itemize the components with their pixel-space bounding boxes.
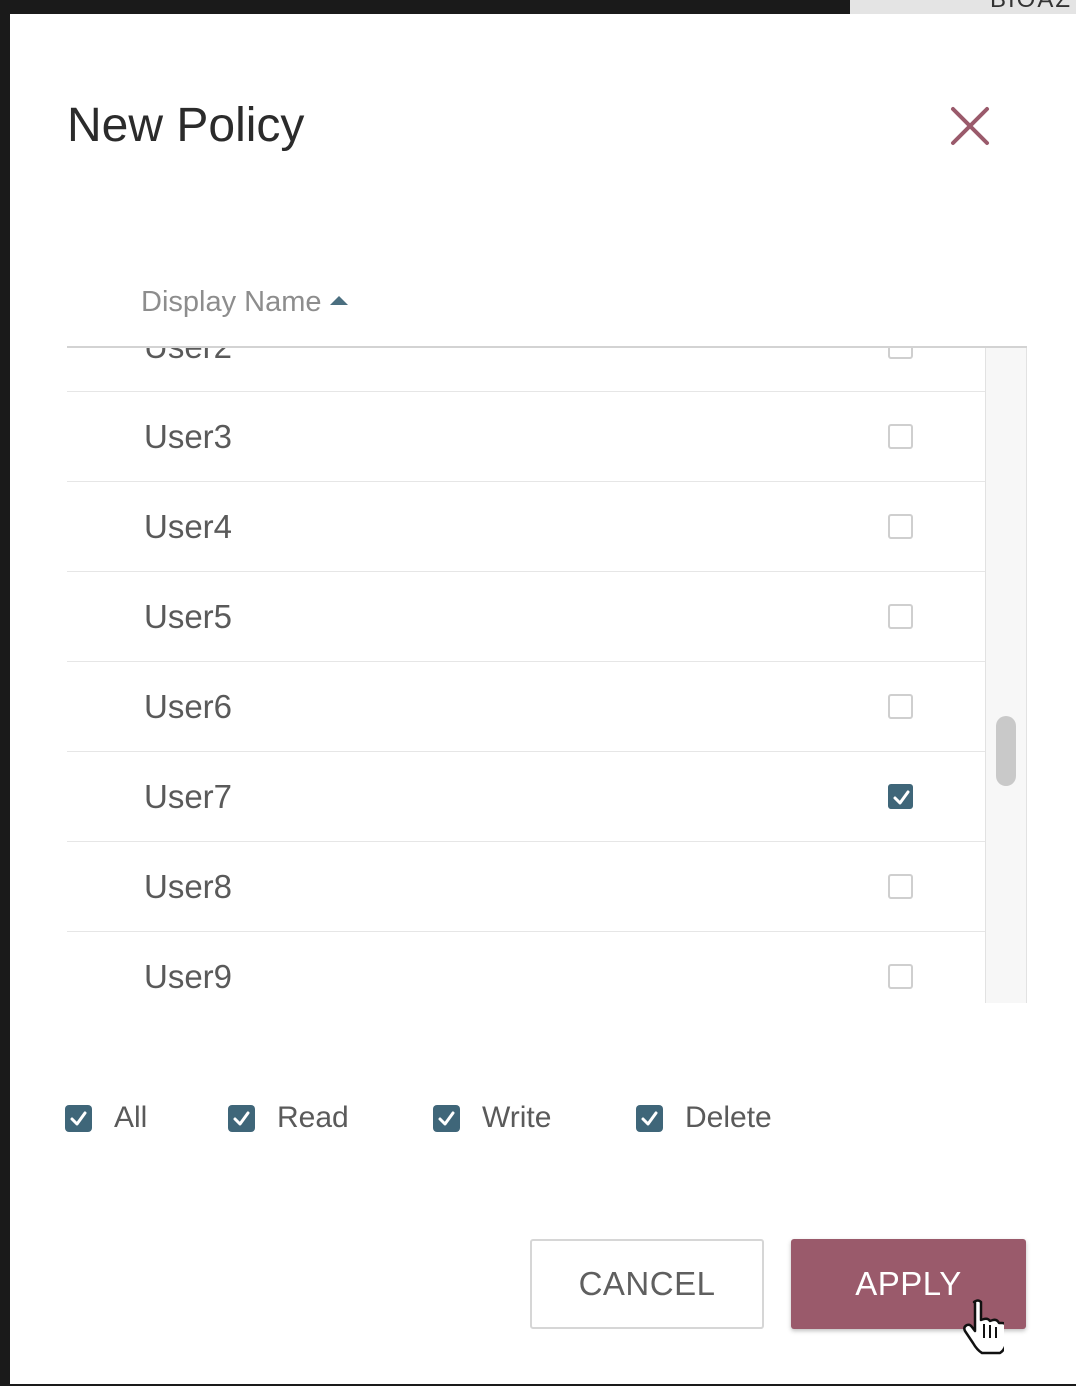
background-window-text: BIOAZ xyxy=(990,0,1072,14)
table-row[interactable]: User5 xyxy=(67,572,985,662)
user-name-label: User7 xyxy=(144,778,233,815)
scrollbar-thumb[interactable] xyxy=(996,716,1016,786)
background-window-strip: BIOAZ xyxy=(850,0,1076,14)
user-name-label: User6 xyxy=(144,688,233,725)
sort-ascending-icon xyxy=(329,295,348,305)
checkbox-checked-icon xyxy=(636,1104,663,1132)
permission-label: All xyxy=(114,1101,148,1134)
row-checkbox[interactable] xyxy=(888,964,913,989)
permission-label: Delete xyxy=(685,1101,772,1134)
new-policy-dialog: New Policy Display Name User2 User3 User4 U… xyxy=(10,14,1076,1384)
column-header-display-name[interactable]: Display Name xyxy=(141,286,348,319)
user-name-label: User2 xyxy=(144,346,233,365)
table-row[interactable]: User4 xyxy=(67,482,985,572)
user-name-label: User5 xyxy=(144,598,233,635)
close-button[interactable] xyxy=(948,104,992,148)
user-table: User2 User3 User4 User5 User6 User7 User8 User9 xyxy=(67,346,1027,1003)
user-name-label: User8 xyxy=(144,868,233,905)
user-name-label: User9 xyxy=(144,958,233,995)
row-checkbox[interactable] xyxy=(888,424,913,449)
user-name-label: User4 xyxy=(144,508,233,545)
permission-read-checkbox[interactable]: Read xyxy=(228,1098,349,1138)
scrollbar-track[interactable] xyxy=(985,348,1027,1003)
table-row[interactable]: User6 xyxy=(67,662,985,752)
table-row[interactable]: User7 xyxy=(67,752,985,842)
permission-label: Read xyxy=(277,1101,349,1134)
close-icon xyxy=(951,107,989,145)
row-checkbox[interactable] xyxy=(888,694,913,719)
hand-pointer-icon xyxy=(963,1299,1004,1355)
row-checkbox[interactable] xyxy=(888,874,913,899)
row-checkbox[interactable] xyxy=(888,514,913,539)
row-checkbox[interactable] xyxy=(888,604,913,629)
user-name-label: User3 xyxy=(144,418,233,455)
checkmark-icon xyxy=(893,790,910,805)
table-row[interactable]: User2 xyxy=(67,346,985,392)
permission-write-checkbox[interactable]: Write xyxy=(433,1098,551,1138)
dialog-title: New Policy xyxy=(67,99,305,152)
permission-label: Write xyxy=(482,1101,552,1134)
permission-all-checkbox[interactable]: All xyxy=(65,1098,147,1138)
cancel-button[interactable]: CANCEL xyxy=(530,1239,764,1329)
table-row[interactable]: User8 xyxy=(67,842,985,932)
checkbox-checked-icon xyxy=(228,1104,255,1132)
permission-delete-checkbox[interactable]: Delete xyxy=(636,1098,772,1138)
header-divider xyxy=(67,346,1027,348)
column-header-label: Display Name xyxy=(141,286,322,318)
row-checkbox[interactable] xyxy=(888,784,913,809)
table-row[interactable]: User3 xyxy=(67,392,985,482)
checkbox-checked-icon xyxy=(433,1104,460,1132)
table-row[interactable]: User9 xyxy=(67,932,985,1003)
checkbox-checked-icon xyxy=(65,1104,92,1132)
